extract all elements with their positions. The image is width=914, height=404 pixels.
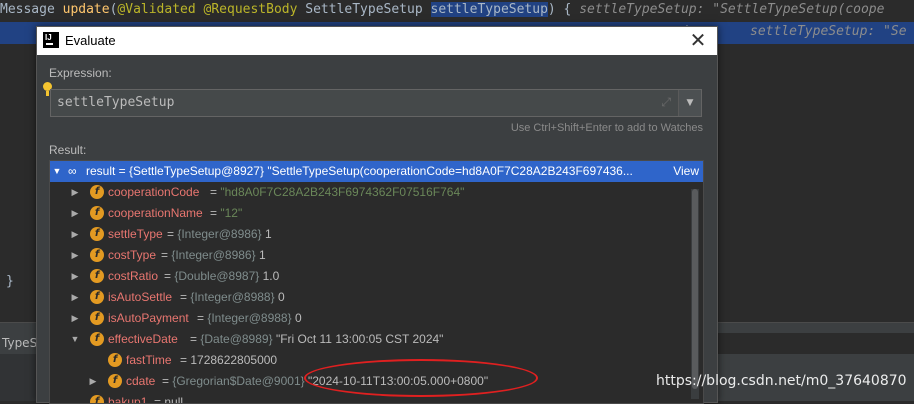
field-value: = {Double@8987} 1.0 xyxy=(164,269,280,283)
field-name: isAutoSettle xyxy=(108,290,173,304)
field-name: cooperationCode xyxy=(108,185,200,199)
field-value: = {Integer@8988} 0 xyxy=(180,290,285,304)
inline-debug-hint-2: settleTypeSetup: "Se xyxy=(750,24,907,39)
field-name: cdate xyxy=(126,374,156,388)
code-type: SettleTypeSetup xyxy=(297,2,431,17)
tree-arrow-icon[interactable]: ▶ xyxy=(70,182,80,203)
tree-row[interactable]: ▶ f cooperationName = "12" xyxy=(50,203,703,224)
field-name: settleType xyxy=(108,227,163,241)
field-icon: f xyxy=(90,248,104,262)
evaluate-dialog: IJ Evaluate ✕ Expression: ⤢ ▼ Use Ctrl+S… xyxy=(36,26,718,404)
code-prefix: Message xyxy=(0,2,63,17)
field-value: = 1728622805000 xyxy=(180,353,278,367)
watermark: https://blog.csdn.net/m0_37640870 xyxy=(656,373,907,389)
code-param[interactable]: settleTypeSetup xyxy=(430,2,548,17)
field-icon: f xyxy=(108,374,122,388)
tree-row[interactable]: ▶ f settleType = {Integer@8986} 1 xyxy=(50,224,703,245)
field-icon: f xyxy=(90,395,104,403)
watches-hint: Use Ctrl+Shift+Enter to add to Watches xyxy=(510,122,703,134)
dropdown-arrow-icon[interactable]: ▼ xyxy=(678,90,701,116)
tree-arrow-icon[interactable]: ▶ xyxy=(70,308,80,329)
field-value: = "hd8A0F7C28A2B243F6974362F07516F764" xyxy=(210,185,465,199)
view-link[interactable]: View xyxy=(673,161,699,182)
field-value: = null xyxy=(154,395,184,404)
tree-arrow-icon[interactable]: ▶ xyxy=(70,245,80,266)
expression-field[interactable]: ⤢ ▼ xyxy=(50,89,702,117)
tree-row[interactable]: ▶ f isAutoSettle = {Integer@8988} 0 xyxy=(50,287,703,308)
tree-row[interactable]: ▶ f isAutoPayment = {Integer@8988} 0 xyxy=(50,308,703,329)
inline-debug-hint: settleTypeSetup: "SettleTypeSetup(coope xyxy=(579,2,885,17)
field-icon: f xyxy=(90,206,104,220)
field-icon: f xyxy=(90,290,104,304)
field-name: fastTime xyxy=(126,353,172,367)
tree-row[interactable]: ▼ f effectiveDate = {Date@8989} "Fri Oct… xyxy=(50,329,703,350)
field-icon: f xyxy=(90,227,104,241)
field-icon: f xyxy=(90,311,104,325)
tree-row[interactable]: ▶ f costType = {Integer@8986} 1 xyxy=(50,245,703,266)
bottom-tool-tab[interactable]: TypeS xyxy=(0,332,38,354)
code-closing-brace: } xyxy=(6,274,14,289)
field-icon: f xyxy=(90,185,104,199)
scrollbar-thumb[interactable] xyxy=(692,189,698,389)
tree-row[interactable]: ▶ f costRatio = {Double@8987} 1.0 xyxy=(50,266,703,287)
field-icon: f xyxy=(90,332,104,346)
field-value: = {Integer@8986} 1 xyxy=(167,227,272,241)
result-label: Result: xyxy=(49,143,87,157)
tree-arrow-icon[interactable]: ▶ xyxy=(70,287,80,308)
field-icon: f xyxy=(90,269,104,283)
field-name: bakup1 xyxy=(108,395,148,404)
code-annotations: @Validated @RequestBody xyxy=(117,2,298,17)
field-name: costRatio xyxy=(108,269,159,283)
tree-root-row[interactable]: ▼ ∞ result = {SettleTypeSetup@8927} "Set… xyxy=(50,161,703,182)
tree-arrow-icon[interactable]: ▶ xyxy=(70,203,80,224)
field-value: = {Integer@8986} 1 xyxy=(161,248,266,262)
close-icon[interactable]: ✕ xyxy=(687,30,709,52)
field-value: = {Date@8989} "Fri Oct 11 13:00:05 CST 2… xyxy=(190,332,444,346)
field-name: effectiveDate xyxy=(108,332,178,346)
root-name: result = {SettleTypeSetup@8927} "SettleT… xyxy=(86,164,633,178)
expression-input[interactable] xyxy=(57,90,647,116)
field-name: costType xyxy=(108,248,157,262)
tree-arrow-icon[interactable]: ▶ xyxy=(88,371,98,392)
code-suffix: ) { xyxy=(547,2,580,17)
watch-icon: ∞ xyxy=(68,164,77,178)
expand-icon[interactable]: ⤢ xyxy=(661,95,671,110)
tree-scrollbar[interactable] xyxy=(691,189,699,399)
editor-line-1: Message update(@Validated @RequestBody S… xyxy=(0,0,914,20)
intellij-icon: IJ xyxy=(43,32,59,48)
field-value: = "12" xyxy=(210,206,243,220)
field-name: cooperationName xyxy=(108,206,203,220)
tree-arrow-icon[interactable]: ▶ xyxy=(70,266,80,287)
tree-arrow-icon[interactable]: ▶ xyxy=(70,224,80,245)
editor-right-area xyxy=(716,44,914,322)
dialog-title: Evaluate xyxy=(65,33,116,48)
highlight-ellipse xyxy=(304,359,538,397)
field-icon: f xyxy=(108,353,122,367)
dialog-titlebar[interactable]: IJ Evaluate ✕ xyxy=(37,27,717,55)
field-name: isAutoPayment xyxy=(108,311,189,325)
tree-arrow-icon[interactable]: ▼ xyxy=(52,161,62,182)
tree-row[interactable]: ▶ f cooperationCode = "hd8A0F7C28A2B243F… xyxy=(50,182,703,203)
code-function-name: update xyxy=(62,2,110,17)
tree-arrow-icon[interactable]: ▼ xyxy=(70,329,80,350)
field-value: = {Integer@8988} 0 xyxy=(197,311,302,325)
expression-label: Expression: xyxy=(49,66,112,80)
